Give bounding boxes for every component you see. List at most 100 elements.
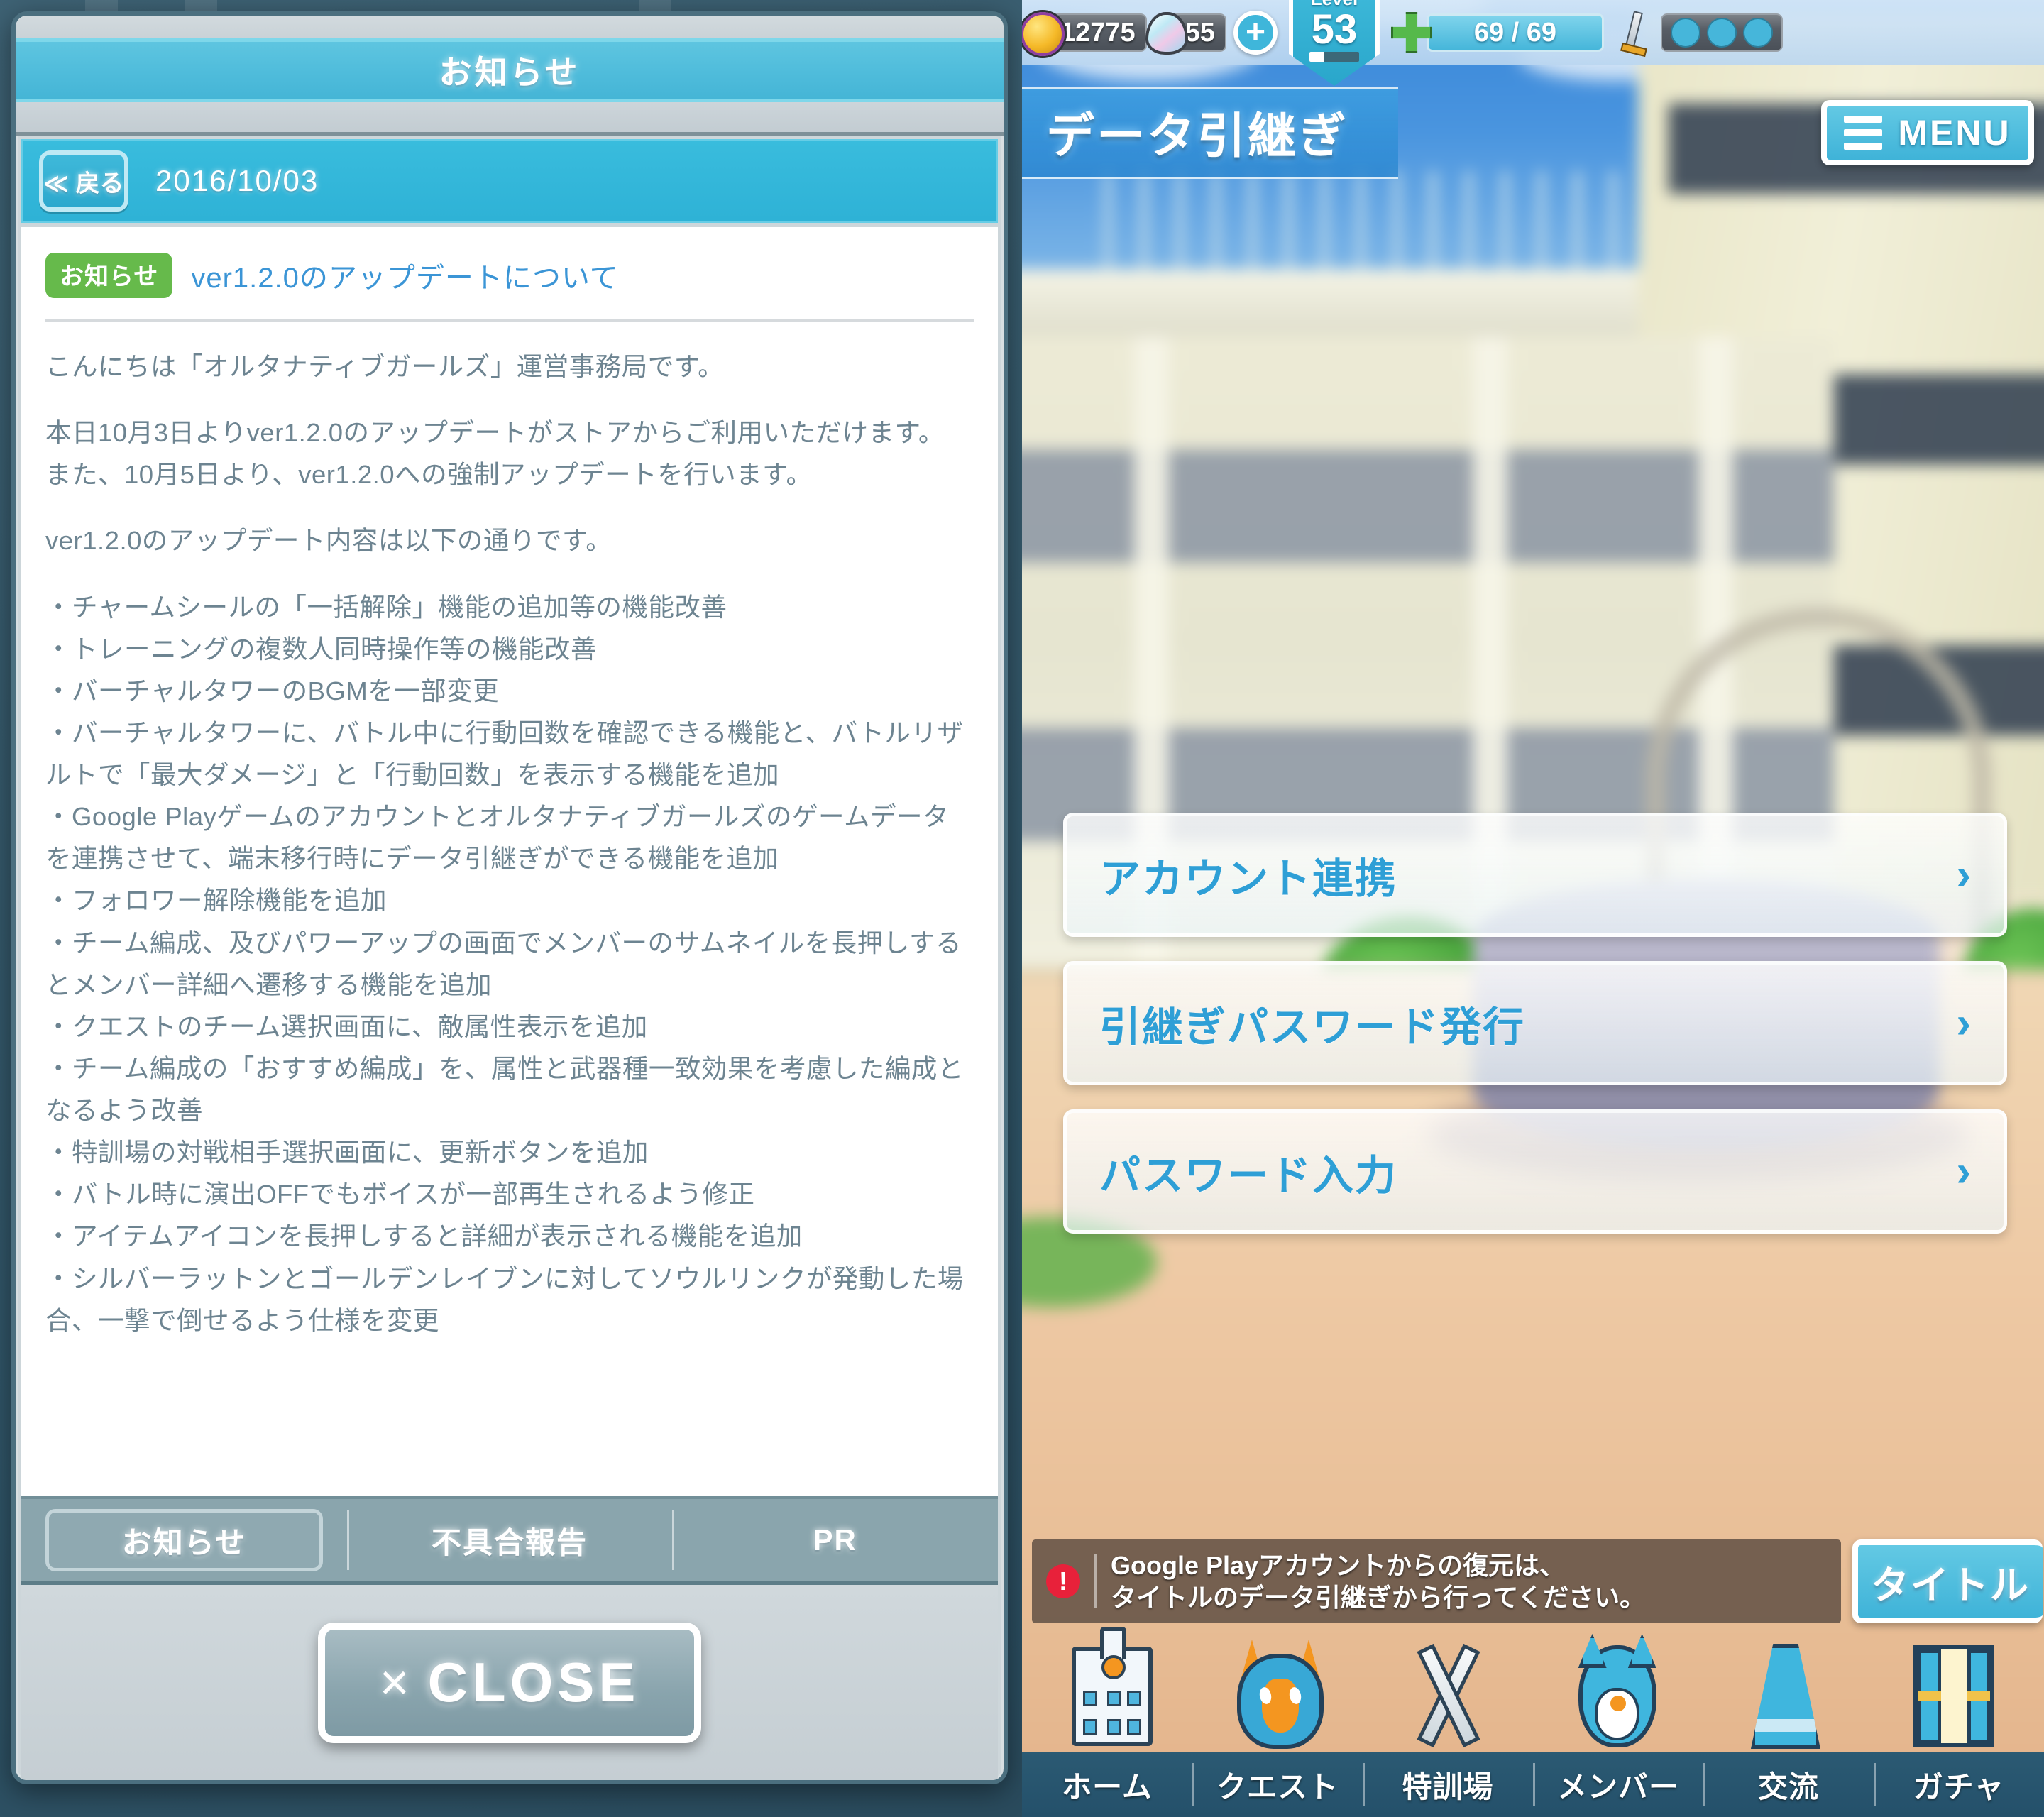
top-hud: 12775 55 + Level 53 69 / 69 (1022, 0, 2044, 86)
warning-text: Google Playアカウントからの復元は、 タイトルのデータ引継ぎから行って… (1111, 1549, 1645, 1613)
dialog-footer: × CLOSE (21, 1581, 998, 1780)
notice-tab-2[interactable]: 不具合報告 (346, 1499, 673, 1581)
close-x-icon: × (379, 1654, 410, 1711)
article-paragraph: また、10月5日より、ver1.2.0への強制アップデートを行います。 (45, 460, 813, 490)
article-paragraph: ・Google Playゲームのアカウントとオルタナティブガールズのゲームデータ… (45, 802, 949, 874)
dialog-title-underfill (16, 102, 1004, 136)
notice-tab-label: お知らせ (121, 1525, 246, 1559)
battle-ticket-slots[interactable] (1660, 13, 1783, 52)
article-paragraph: こんにちは「オルタナティブガールズ」運営事務局です。 (45, 352, 725, 381)
article-paragraph: ・バーチャルタワーのBGMを一部変更 (45, 676, 500, 706)
ap-meter: 69 / 69 (1390, 12, 1604, 53)
menu-item-label: パスワード入力 (1099, 1152, 1398, 1199)
notice-subbar: ≪ 戻る 2016/10/03 (21, 139, 998, 223)
bottom-nav-item-6[interactable]: ガチャ (1874, 1752, 2044, 1817)
notice-tab-strip: お知らせ 不具合報告 PR (21, 1496, 998, 1581)
divider (1094, 1554, 1097, 1608)
menu-item-2[interactable]: 引継ぎパスワード発行 › (1063, 961, 2007, 1085)
ticket-slot (1670, 18, 1700, 48)
menu-item-1[interactable]: アカウント連携 › (1063, 813, 2007, 937)
data-transfer-menu: アカウント連携 › 引継ぎパスワード発行 › パスワード入力 › (1063, 813, 2007, 1258)
article-paragraph: ・チーム編成の「おすすめ編成」を、属性と武器種一致効果を考慮した編成となるよう改… (45, 1053, 964, 1125)
bottom-nav-item-3[interactable]: 特訓場 (1363, 1752, 1533, 1817)
chevron-right-icon: › (1956, 998, 1971, 1048)
bottom-nav-label: クエスト (1216, 1769, 1339, 1804)
article-header: お知らせ ver1.2.0のアップデートについて (45, 246, 974, 298)
article-title[interactable]: ver1.2.0のアップデートについて (191, 255, 618, 296)
article-body: こんにちは「オルタナティブガールズ」運営事務局です。 本日10月3日よりver1.… (45, 346, 974, 1341)
gem-value: 55 (1185, 17, 1215, 48)
sword-icon (1615, 11, 1654, 57)
article-paragraph: ・アイテムアイコンを長押しすると詳細が表示される機能を追加 (45, 1222, 803, 1251)
close-button[interactable]: × CLOSE (318, 1622, 701, 1743)
article-paragraph: ver1.2.0のアップデート内容は以下の通りです。 (45, 526, 612, 556)
notice-tab-3[interactable]: PR (672, 1499, 998, 1581)
notice-dialog-pane: お知らせ ≪ 戻る 2016/10/03 お知らせ ver1.2.0のアップデー… (0, 0, 1022, 1817)
bottom-nav-item-1[interactable]: ホーム (1022, 1752, 1192, 1817)
alert-icon: ! (1046, 1564, 1080, 1598)
coin-icon (1022, 12, 1065, 56)
bottom-nav-icons (1022, 1627, 2044, 1753)
article-paragraph: ・フォロワー解除機能を追加 (45, 886, 387, 916)
article-divider (45, 319, 974, 322)
notice-date: 2016/10/03 (155, 164, 319, 197)
school-icon[interactable] (1059, 1627, 1165, 1753)
menu-button-label: MENU (1898, 113, 2011, 153)
warning-notice: ! Google Playアカウントからの復元は、 タイトルのデータ引継ぎから行… (1032, 1539, 1841, 1623)
back-button[interactable]: ≪ 戻る (39, 150, 128, 212)
article-paragraph: ・特訓場の対戦相手選択画面に、更新ボタンを追加 (45, 1138, 649, 1168)
chevron-right-icon: › (1956, 850, 1971, 899)
curtain-icon[interactable] (1901, 1640, 2007, 1753)
cat-mascot-icon[interactable] (1564, 1634, 1671, 1753)
chevron-right-icon: › (1956, 1146, 1971, 1196)
coin-value: 12775 (1060, 17, 1136, 48)
screen-header: データ引継ぎ MENU (1022, 79, 2044, 186)
bottom-nav-label: ホーム (1062, 1769, 1153, 1804)
game-screen-pane: 12775 55 + Level 53 69 / 69 (1022, 0, 2044, 1817)
bottom-nav-item-2[interactable]: クエスト (1192, 1752, 1363, 1817)
xp-bar (1309, 52, 1359, 62)
add-gems-button[interactable]: + (1233, 11, 1278, 55)
coin-counter[interactable]: 12775 (1022, 12, 1147, 56)
screen-title-banner: データ引継ぎ (1022, 87, 1399, 179)
screen-title: データ引継ぎ (1046, 109, 1349, 163)
bottom-nav-label: ガチャ (1913, 1769, 2005, 1804)
ap-value: 69 / 69 (1426, 13, 1604, 52)
bottom-nav-label: 特訓場 (1402, 1769, 1494, 1804)
notice-tab-1[interactable]: お知らせ (21, 1499, 347, 1581)
warning-row: ! Google Playアカウントからの復元は、 タイトルのデータ引継ぎから行… (1022, 1535, 2044, 1628)
article-paragraph: ・クエストのチーム選択画面に、敵属性表示を追加 (45, 1011, 648, 1041)
crossed-swords-icon[interactable] (1395, 1640, 1502, 1753)
notice-dialog: お知らせ ≪ 戻る 2016/10/03 お知らせ ver1.2.0のアップデー… (11, 11, 1008, 1784)
dress-icon[interactable] (1732, 1640, 1839, 1753)
hamburger-icon (1844, 116, 1883, 150)
dialog-top-fill (16, 16, 1004, 38)
warning-line-2: タイトルのデータ引継ぎから行ってください。 (1111, 1583, 1646, 1612)
bottom-nav-label: 交流 (1757, 1769, 1819, 1804)
bottom-nav-item-4[interactable]: メンバー (1533, 1752, 1703, 1817)
bottom-nav-item-5[interactable]: 交流 (1703, 1752, 1874, 1817)
dialog-title-bar: お知らせ (16, 38, 1004, 102)
article-paragraph: ・チーム編成、及びパワーアップの画面でメンバーのサムネイルを長押しするとメンバー… (45, 928, 962, 999)
title-button[interactable]: タイトル (1852, 1539, 2043, 1623)
menu-item-3[interactable]: パスワード入力 › (1063, 1109, 2007, 1234)
article-category-badge: お知らせ (45, 253, 173, 298)
notice-tab-label: 不具合報告 (432, 1525, 588, 1559)
gem-icon (1145, 12, 1188, 55)
menu-item-label: 引継ぎパスワード発行 (1099, 1004, 1526, 1050)
menu-button[interactable]: MENU (1821, 100, 2034, 165)
dialog-title: お知らせ (439, 54, 581, 91)
article-paragraph: ・トレーニングの複数人同時操作等の機能改善 (45, 634, 597, 664)
close-button-label: CLOSE (427, 1651, 640, 1713)
bottom-nav-label: メンバー (1556, 1769, 1679, 1804)
rooftop-fence (1104, 171, 1706, 285)
devil-icon[interactable] (1227, 1640, 1334, 1753)
article-paragraph: ・チャームシールの「一括解除」機能の追加等の機能改善 (45, 592, 727, 622)
gem-counter[interactable]: 55 (1145, 12, 1226, 55)
bottom-navigation: ホーム クエスト 特訓場 メンバー 交流 ガチャ (1022, 1627, 2044, 1817)
notice-tab-label: PR (813, 1523, 857, 1557)
back-button-label: ≪ 戻る (43, 170, 124, 197)
